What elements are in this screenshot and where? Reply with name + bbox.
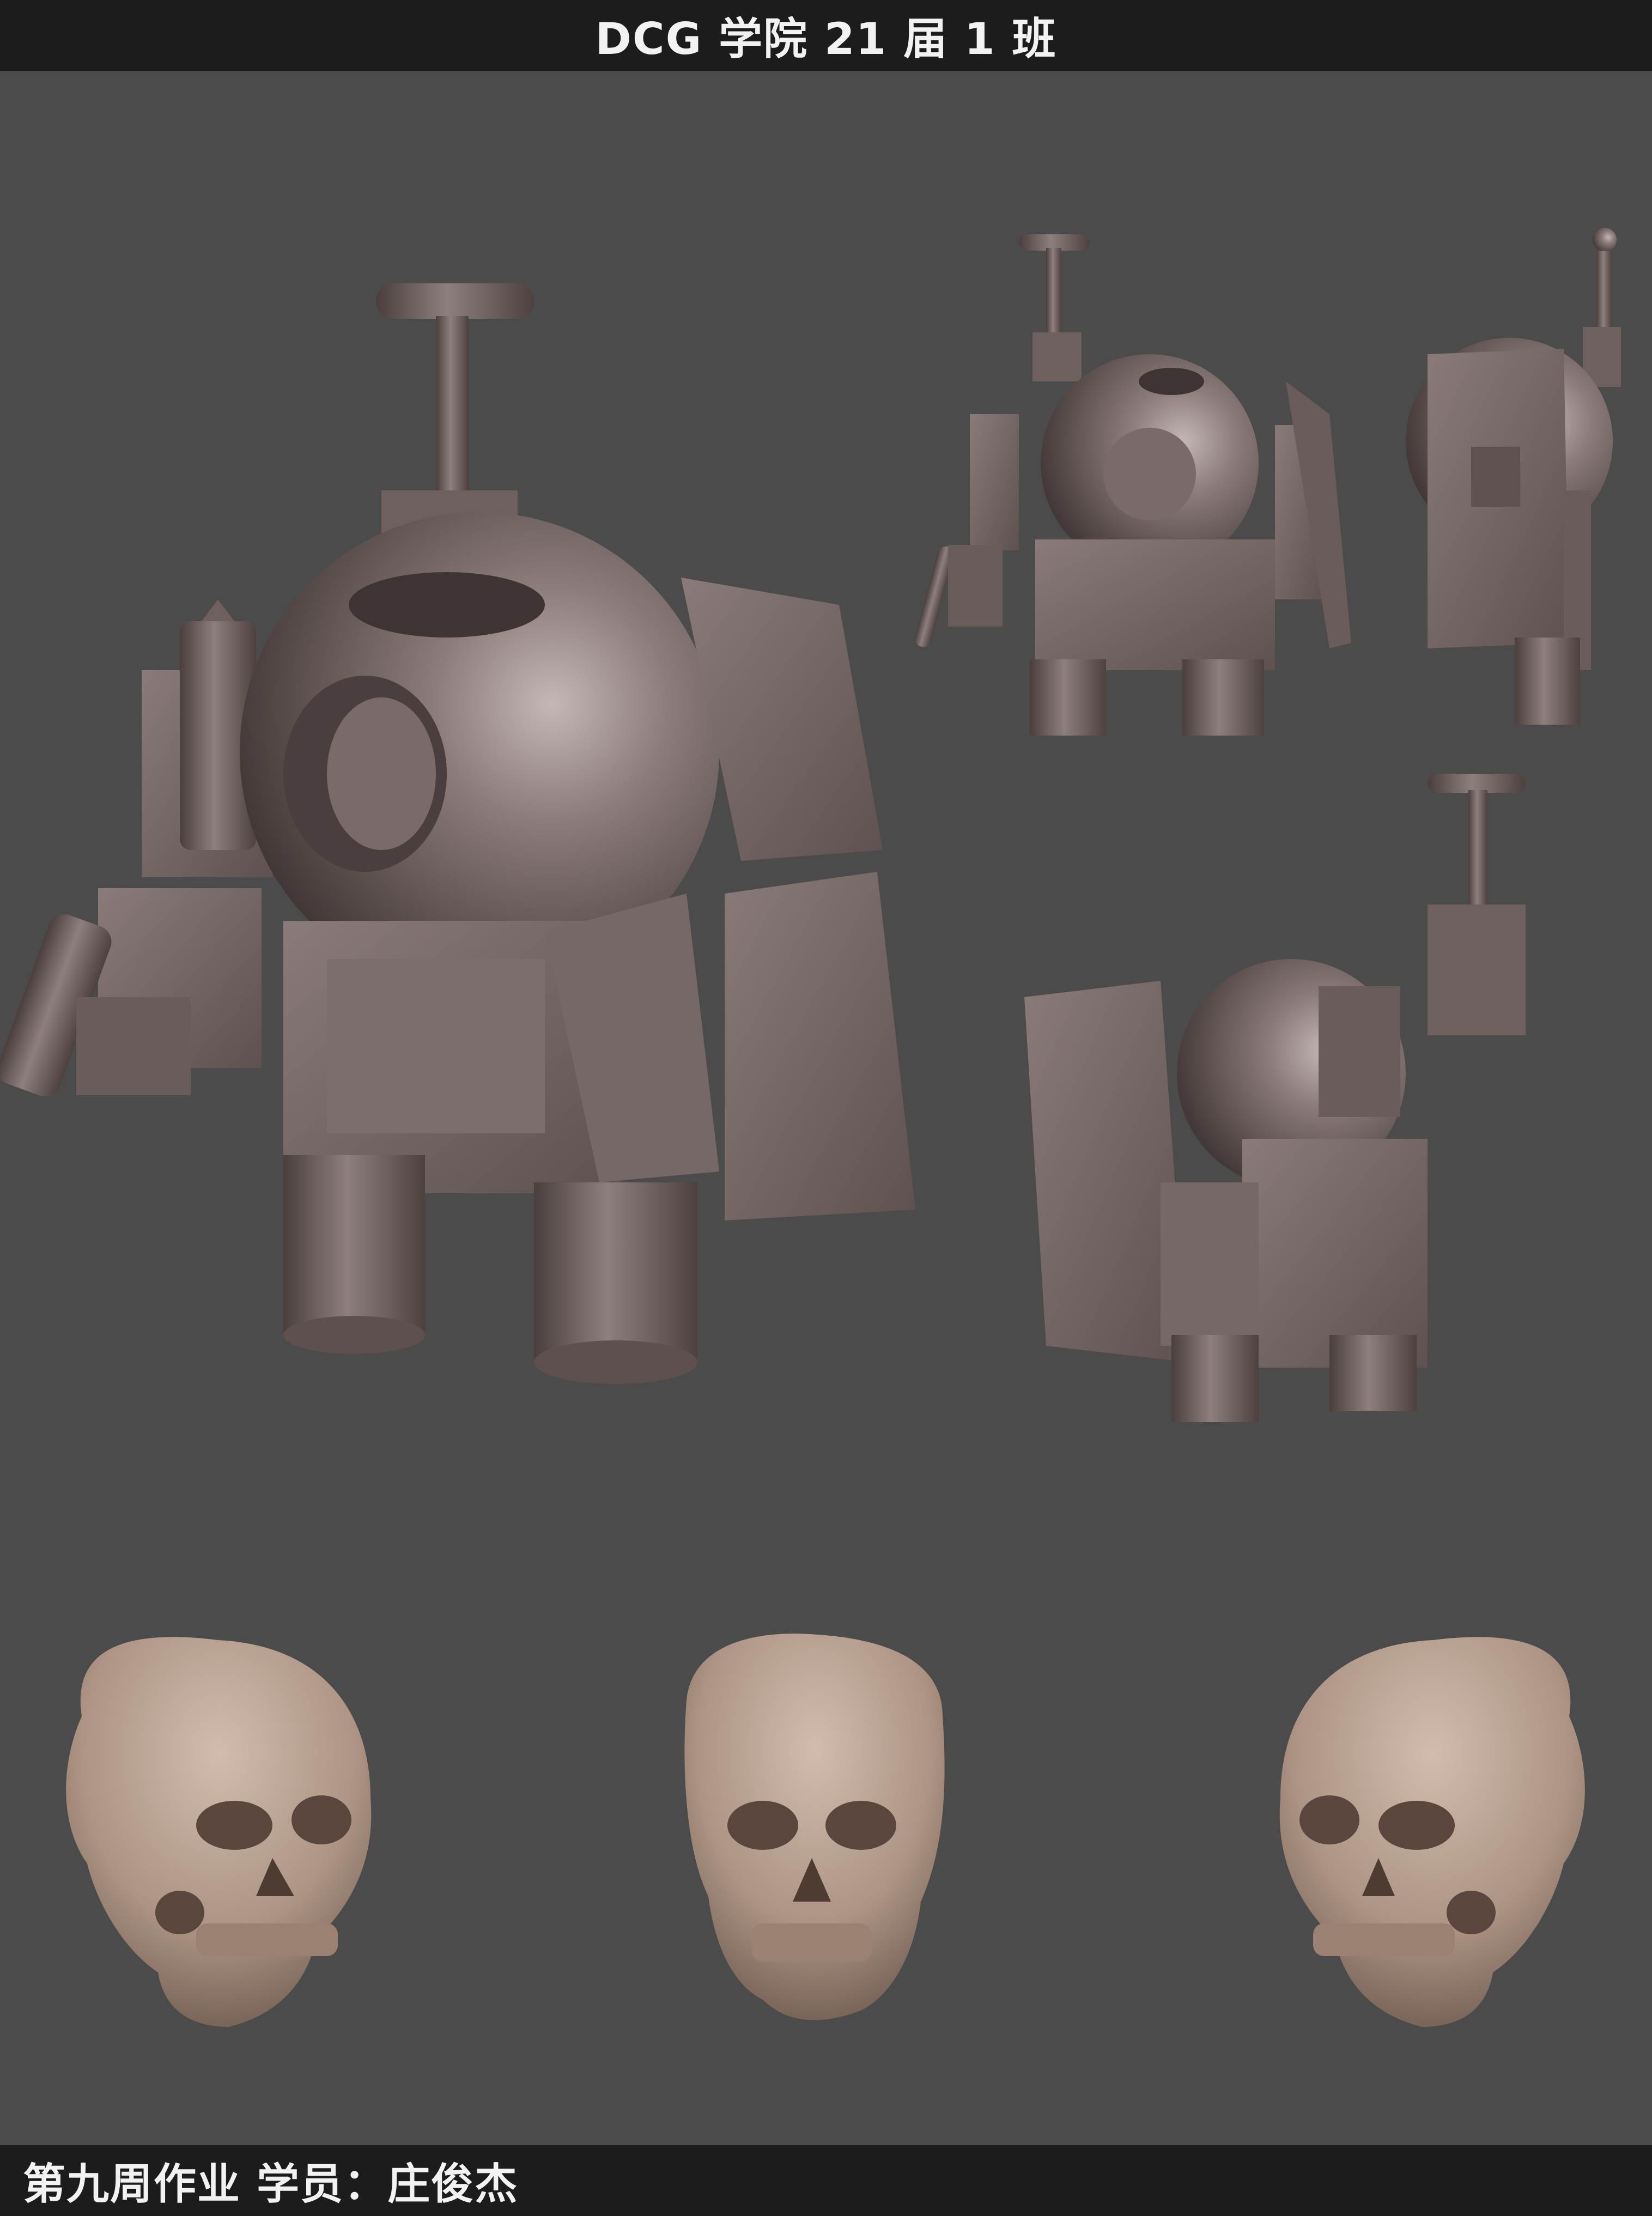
robot-front-view bbox=[915, 234, 1351, 736]
assignment-caption: 第九周作业 学员：庄俊杰 bbox=[23, 2160, 519, 2209]
header-bar: DCG 学院 21 届 1 班 bbox=[0, 0, 1652, 71]
skull-left-3q-view bbox=[66, 1637, 372, 2027]
robot-side-view bbox=[1406, 228, 1621, 725]
robot-main-3q-view bbox=[0, 283, 915, 1384]
skull-right-3q-view bbox=[1279, 1637, 1585, 2027]
page-title: DCG 学院 21 届 1 班 bbox=[595, 14, 1057, 64]
robot-back-view bbox=[1024, 774, 1526, 1422]
skull-front-view bbox=[684, 1634, 945, 2020]
render-canvas bbox=[0, 228, 1621, 2027]
footer-bar: 第九周作业 学员：庄俊杰 bbox=[0, 2145, 1652, 2216]
